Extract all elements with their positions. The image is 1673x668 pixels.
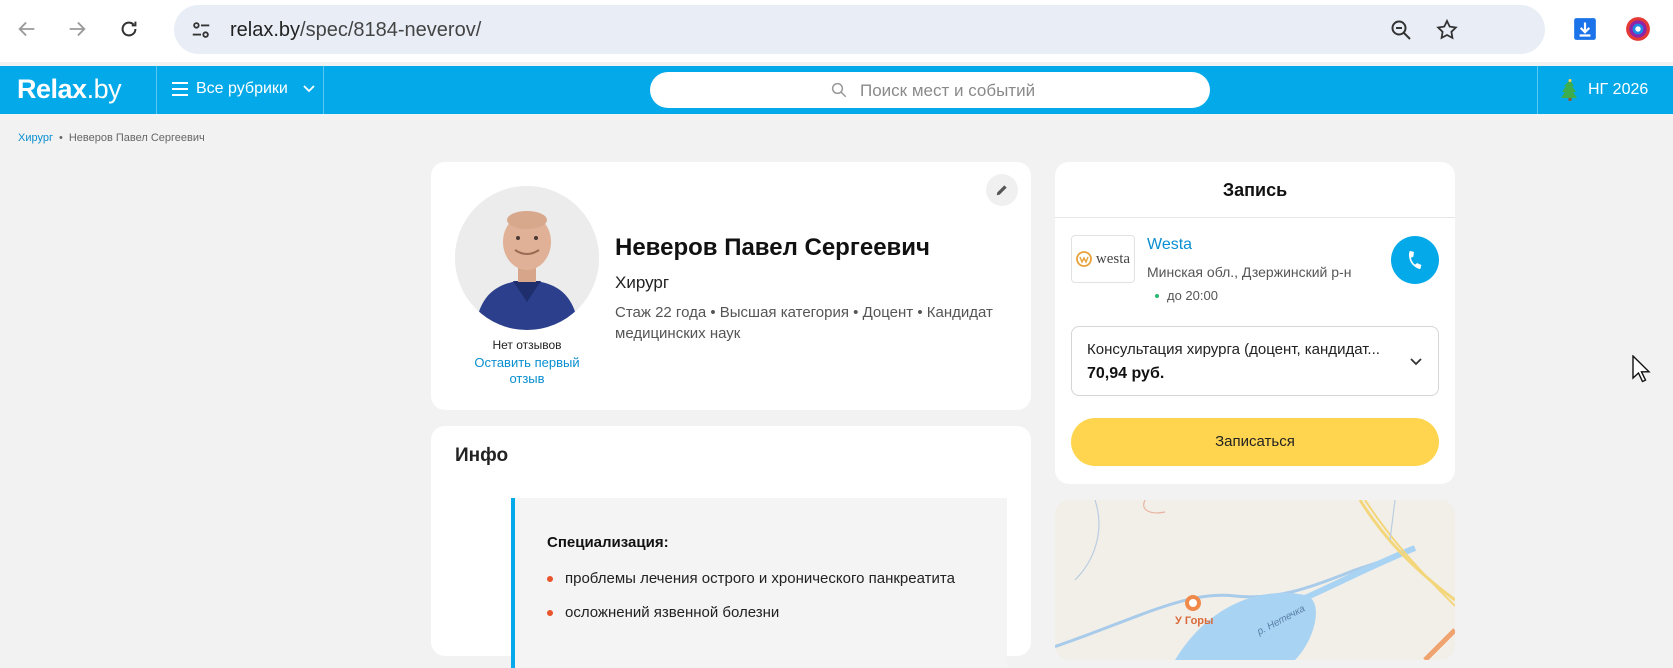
clinic-logo[interactable]: westa: [1071, 235, 1135, 283]
hamburger-icon: [172, 82, 188, 96]
site-logo[interactable]: Relax.by: [17, 74, 122, 105]
search-placeholder: Поиск мест и событий: [860, 81, 1036, 100]
url-text: relax.by/spec/8184-neverov/: [230, 19, 482, 41]
no-reviews-text: Нет отзывов: [492, 338, 562, 352]
service-price: 70,94 руб.: [1087, 365, 1165, 382]
browser-toolbar: relax.by/spec/8184-neverov/: [0, 0, 1673, 62]
new-year-label: НГ 2026: [1588, 81, 1649, 98]
search-icon: [831, 82, 847, 98]
specialization-block: Специализация: проблемы лечения острого …: [511, 498, 1007, 668]
breadcrumb: Хирург • Неверов Павел Сергеевич: [18, 132, 205, 144]
map-canvas: [1055, 500, 1455, 660]
chevron-down-icon: [303, 85, 315, 93]
reload-button[interactable]: [112, 12, 146, 46]
open-status-dot: [1155, 293, 1159, 298]
chevron-down-icon: [1410, 358, 1422, 366]
booking-card: Запись westa Westa Минская обл., Дзержин…: [1055, 162, 1455, 484]
bullet: [547, 609, 553, 616]
call-button[interactable]: [1391, 236, 1439, 284]
mouse-cursor-icon: [1632, 355, 1651, 383]
info-card: Инфо Специализация: проблемы лечения ост…: [431, 426, 1031, 668]
specialization-heading: Специализация:: [547, 534, 669, 551]
clinic-name-link[interactable]: Westa: [1147, 236, 1192, 254]
breadcrumb-current: Неверов Павел Сергеевич: [68, 132, 205, 144]
doctor-specialty: Хирург: [615, 273, 670, 292]
reload-icon: [121, 21, 137, 37]
map-poi-label: У Горы: [1175, 615, 1214, 627]
doctor-profile-card: Нет отзывов Оставить первый отзыв Неверо…: [431, 162, 1031, 410]
search-input[interactable]: Поиск мест и событий: [650, 72, 1210, 108]
bookmark-star-icon[interactable]: [1434, 17, 1460, 43]
list-item: проблемы лечения острого и хронического …: [547, 570, 955, 587]
location-map[interactable]: У Горы р. Нетечка: [1055, 500, 1455, 660]
address-bar[interactable]: relax.by/spec/8184-neverov/: [174, 5, 1545, 54]
header-divider: [156, 66, 157, 114]
edit-button[interactable]: [986, 174, 1018, 206]
book-appointment-button[interactable]: Записаться: [1071, 418, 1439, 466]
download-icon[interactable]: [1570, 14, 1600, 44]
doctor-photo: [455, 186, 599, 330]
westa-logo-icon: [1076, 251, 1092, 267]
bullet: [547, 575, 553, 582]
header-divider: [323, 66, 324, 114]
clinic-hours: до 20:00: [1155, 288, 1218, 303]
doctor-credentials: Стаж 22 года • Высшая категория • Доцент…: [615, 304, 993, 342]
site-settings-icon[interactable]: [188, 17, 214, 43]
breadcrumb-link-surgeon[interactable]: Хирург: [18, 132, 53, 144]
new-year-link[interactable]: НГ 2026: [1560, 79, 1648, 101]
phone-icon: [1409, 250, 1422, 270]
site-header: Relax.by Все рубрики Поиск мест и событи…: [0, 66, 1673, 114]
pencil-icon: [996, 185, 1007, 196]
zoom-icon[interactable]: [1388, 17, 1414, 43]
breadcrumb-separator: •: [58, 132, 63, 144]
service-name: Консультация хирурга (доцент, кандидат..…: [1087, 341, 1380, 358]
back-button[interactable]: [10, 12, 44, 46]
header-divider: [1537, 66, 1538, 114]
booking-title: Запись: [1055, 162, 1455, 218]
browser-extension-icon[interactable]: [1623, 14, 1653, 44]
service-select[interactable]: Консультация хирурга (доцент, кандидат..…: [1071, 326, 1439, 396]
info-title: Инфо: [455, 445, 509, 466]
rubrics-label: Все рубрики: [196, 80, 288, 97]
list-item: осложнений язвенной болезни: [547, 604, 779, 621]
forward-button[interactable]: [60, 12, 94, 46]
doctor-name: Неверов Павел Сергеевич: [615, 234, 930, 261]
leave-first-review-link[interactable]: Оставить первый отзыв: [471, 355, 583, 387]
arrow-right-icon: [69, 21, 86, 37]
clinic-address: Минская обл., Дзержинский р-н: [1147, 264, 1352, 280]
arrow-left-icon: [18, 21, 35, 37]
all-rubrics-menu[interactable]: Все рубрики: [172, 80, 316, 98]
christmas-tree-icon: [1561, 79, 1577, 101]
